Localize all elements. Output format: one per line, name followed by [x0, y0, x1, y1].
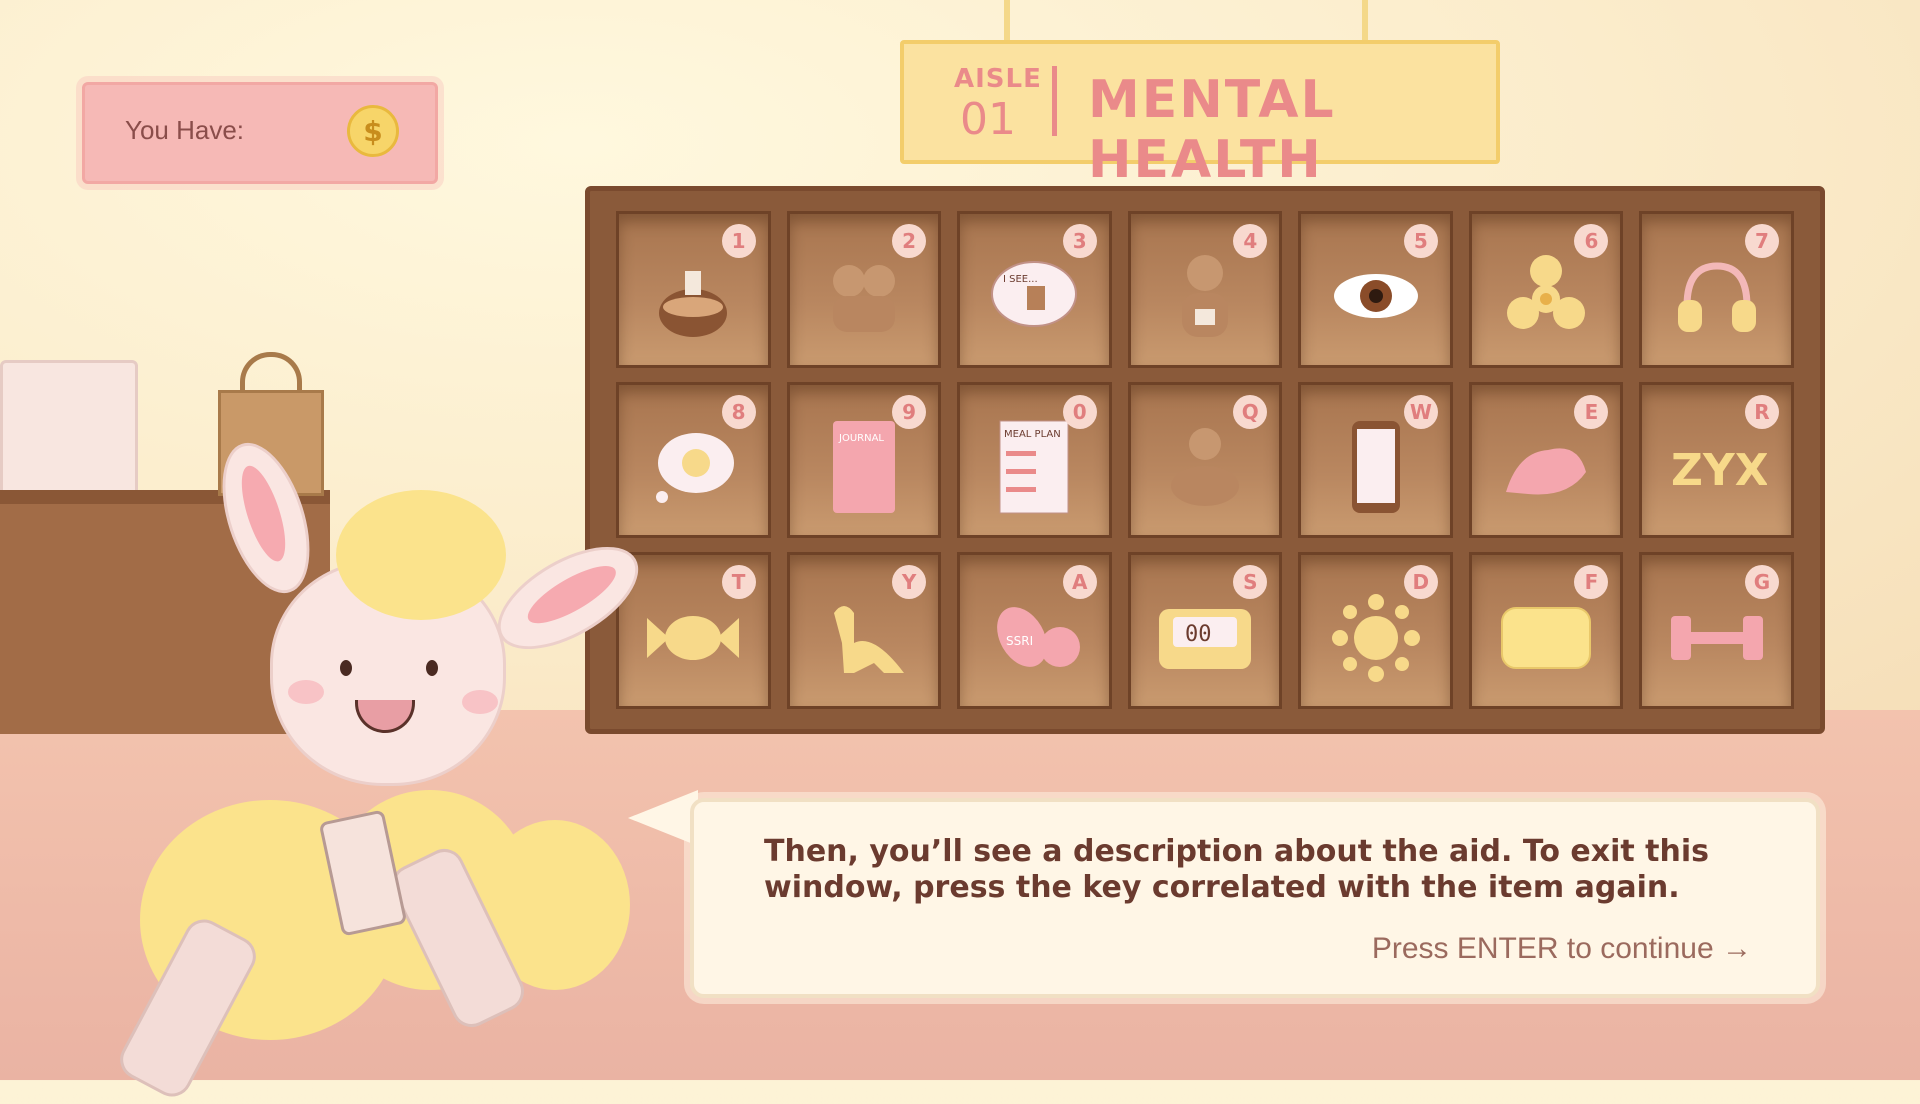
therapy-speech-bubble-icon: I SEE...	[989, 256, 1079, 340]
lamb-ear-left-inner	[232, 461, 295, 567]
lamb-eye-left	[340, 660, 352, 676]
headphones-icon	[1672, 256, 1762, 340]
aroma-diffuser-icon	[653, 251, 733, 345]
shelf-slot-0[interactable]: MEAL PLAN 0	[957, 381, 1112, 539]
shelf-key-label: 9	[892, 394, 927, 429]
shelf-key-label: 4	[1233, 224, 1268, 258]
shelf-slot-q[interactable]: Q	[1127, 381, 1283, 539]
sad-thought-cloud-icon	[648, 427, 738, 511]
shelf-slot-1[interactable]: 1	[616, 211, 771, 368]
lamb-cheek-left	[288, 680, 324, 704]
dumbbell-icon	[1667, 608, 1767, 672]
shelf-key-label: E	[1574, 394, 1609, 429]
ssri-pills-icon: SSRI	[984, 603, 1084, 677]
shelf-key-label: Y	[892, 565, 927, 600]
svg-text:JOURNAL: JOURNAL	[838, 433, 884, 444]
svg-text:I SEE...: I SEE...	[1003, 274, 1038, 285]
meditating-person-icon	[1165, 422, 1245, 516]
dialog-tail	[628, 790, 698, 846]
shelf-slot-9[interactable]: JOURNAL 9	[786, 381, 942, 539]
journal-icon: JOURNAL	[829, 417, 899, 521]
shelf-key-label: S	[1233, 565, 1268, 600]
shelf-slot-3[interactable]: I SEE... 3	[957, 211, 1112, 368]
meal-plan-icon: MEAL PLAN	[996, 417, 1072, 521]
shelf-key-label: 2	[892, 224, 927, 258]
lamb-cheek-right	[462, 690, 498, 714]
flexed-arm-icon	[1498, 432, 1594, 506]
shelf-slot-t[interactable]: T	[616, 552, 771, 709]
coins-panel: You Have: $	[82, 82, 438, 184]
coin-dollar-icon: $	[347, 105, 399, 157]
shelf-key-label: R	[1744, 394, 1779, 429]
lamb-eye-right	[426, 660, 438, 676]
shelf-slot-f[interactable]: F	[1468, 552, 1624, 709]
shelf-key-label: 6	[1574, 224, 1609, 258]
shelf-key-label: Q	[1233, 394, 1268, 429]
shelf-slot-4[interactable]: 4	[1127, 211, 1283, 368]
coins-label: You Have:	[125, 115, 245, 145]
sun-icon	[1328, 590, 1424, 690]
aisle-title: MENTAL HEALTH	[1088, 70, 1336, 190]
shelf-slot-w[interactable]: W	[1298, 381, 1453, 539]
shelf-key-label: A	[1062, 565, 1097, 600]
dialogue-text: Then, you’ll see a description about the…	[764, 834, 1709, 905]
timer-clock-icon: 00	[1155, 603, 1255, 677]
svg-text:SSRI: SSRI	[1006, 634, 1033, 648]
shelf-slot-8[interactable]: 8	[616, 381, 771, 539]
shelf-slot-a[interactable]: SSRI A	[957, 552, 1112, 709]
shelf-slot-7[interactable]: 7	[1639, 211, 1794, 368]
item-shelf: 1 2 I SEE... 3 4 5 6 7 8 JOURNAL 9 MEAL PLAN 0 Q W E ZYX…	[585, 186, 1825, 734]
fidget-spinner-icon	[1501, 251, 1591, 345]
aisle-word: AISLE	[954, 64, 1042, 94]
person-with-mug-icon	[1170, 251, 1240, 345]
shelf-key-label: G	[1744, 565, 1779, 600]
shelf-key-label: 3	[1062, 224, 1097, 258]
dialogue-box[interactable]: Then, you’ll see a description about the…	[690, 798, 1820, 998]
shelf-slot-y[interactable]: Y	[786, 552, 942, 709]
aisle-number: 01	[960, 94, 1016, 145]
shelf-slot-2[interactable]: 2	[786, 211, 942, 368]
shelf-slot-5[interactable]: 5	[1298, 211, 1453, 368]
shelf-key-label: 5	[1403, 224, 1438, 258]
shelf-key-label: 8	[721, 394, 756, 429]
eye-icon	[1331, 266, 1421, 330]
dinosaur-icon	[814, 593, 914, 687]
shelf-slot-r[interactable]: ZYX R	[1639, 381, 1794, 539]
shelf-key-label: W	[1403, 394, 1438, 429]
hugging-friends-icon	[819, 256, 909, 340]
shelf-key-label: D	[1403, 565, 1438, 600]
computer-monitor-prop	[0, 360, 138, 496]
svg-text:MEAL PLAN: MEAL PLAN	[1004, 429, 1061, 440]
shelf-slot-d[interactable]: D	[1298, 552, 1453, 709]
shelf-slot-g[interactable]: G	[1639, 552, 1794, 709]
shelf-key-label: T	[721, 565, 756, 600]
shelf-key-label: 1	[721, 224, 756, 258]
aisle-divider	[1052, 66, 1057, 136]
continue-prompt[interactable]: Press ENTER to continue →	[1372, 932, 1752, 966]
shelf-key-label: F	[1574, 565, 1609, 600]
shelf-key-label: 7	[1744, 224, 1779, 258]
shelf-key-label: 0	[1062, 394, 1097, 429]
pillow-icon	[1496, 598, 1596, 682]
lamb-head-wool	[336, 490, 506, 620]
shelf-slot-s[interactable]: 00 S	[1127, 552, 1283, 709]
shelf-slot-6[interactable]: 6	[1468, 211, 1624, 368]
shelf-slot-e[interactable]: E	[1468, 381, 1624, 539]
candy-icon	[643, 608, 743, 672]
svg-text:00: 00	[1185, 622, 1212, 647]
svg-text:ZYX: ZYX	[1671, 445, 1767, 496]
zyx-letters-icon: ZYX	[1667, 437, 1769, 501]
phone-icon	[1348, 417, 1404, 521]
aisle-sign: AISLE 01 MENTAL HEALTH	[900, 40, 1500, 190]
